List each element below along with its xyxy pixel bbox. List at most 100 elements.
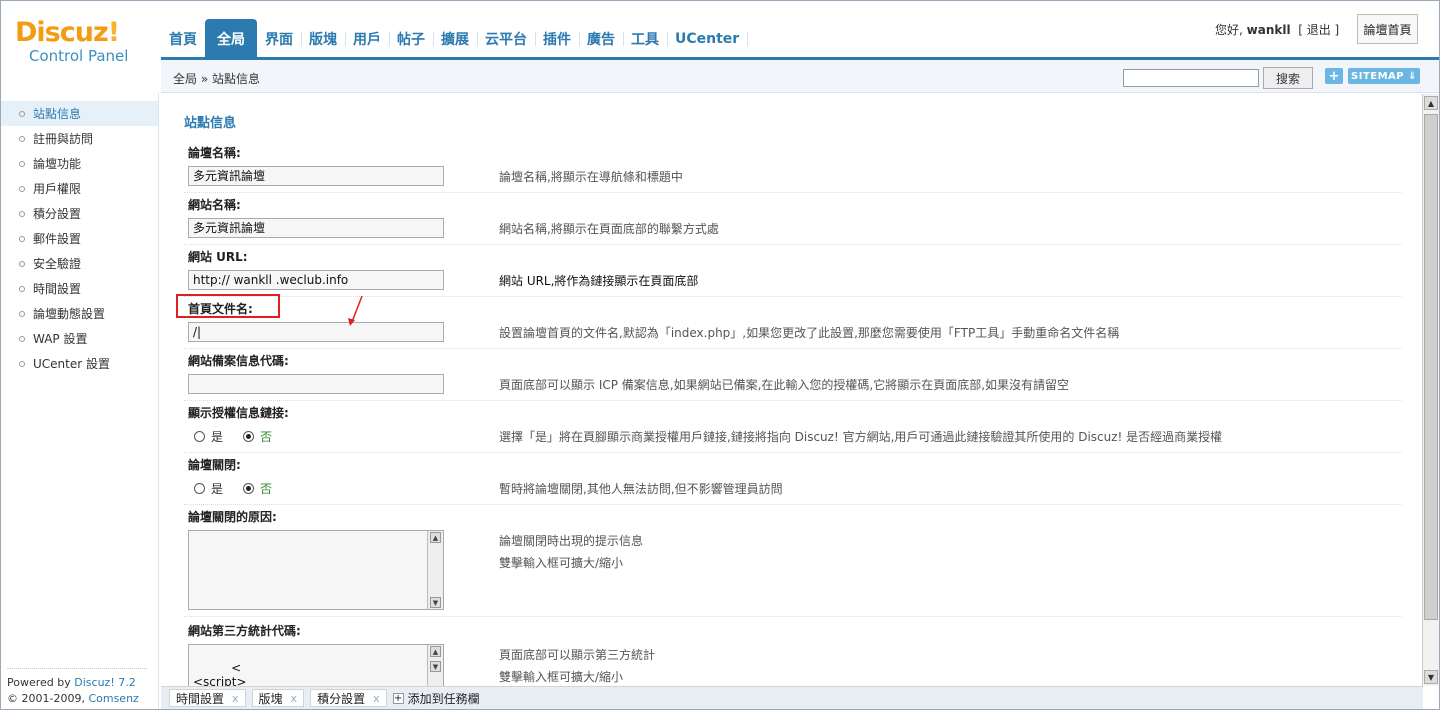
greeting: 您好,	[1215, 23, 1243, 37]
scroll-down-icon[interactable]: ▼	[1424, 670, 1438, 684]
task-item[interactable]: 版塊 x	[251, 689, 305, 707]
field-label: 論壇名稱:	[188, 146, 241, 160]
bullet-icon	[19, 135, 25, 142]
bullet-icon	[19, 310, 25, 317]
tab-global[interactable]: 全局	[205, 19, 257, 59]
field-hint: 頁面底部可以顯示第三方統計	[499, 648, 656, 662]
license-yes-radio[interactable]	[194, 431, 205, 442]
sidebar-item-features[interactable]: 論壇功能	[1, 151, 158, 176]
sitemap-button[interactable]: SITEMAP ⇓	[1348, 68, 1420, 84]
username: wankll	[1246, 23, 1291, 37]
bullet-icon	[19, 160, 25, 167]
scroll-up-icon[interactable]: ▲	[1424, 96, 1438, 110]
tab-interface[interactable]: 界面	[257, 19, 302, 59]
field-hint: 雙擊輸入框可擴大/縮小	[499, 556, 624, 570]
tab-tools[interactable]: 工具	[623, 19, 668, 59]
search-button[interactable]: 搜索	[1263, 67, 1313, 89]
sidebar-item-security[interactable]: 安全驗證	[1, 251, 158, 276]
window: Discuz! Control Panel 首頁 全局 界面 版塊 用戶 帖子 …	[0, 0, 1440, 710]
field-hint: 論壇關閉時出現的提示信息	[499, 534, 644, 548]
sidebar-item-feeds[interactable]: 論壇動態設置	[1, 301, 158, 326]
tab-posts[interactable]: 帖子	[389, 19, 434, 59]
close-icon[interactable]: x	[373, 692, 380, 705]
sidebar-item-time[interactable]: 時間設置	[1, 276, 158, 301]
main-nav: 首頁 全局 界面 版塊 用戶 帖子 擴展 云平台 插件 廣告 工具 UCente…	[161, 17, 749, 59]
close-icon[interactable]: x	[291, 692, 298, 705]
field-label: 顯示授權信息鏈接:	[188, 406, 289, 420]
closed-no-radio[interactable]	[243, 483, 255, 494]
scroll-up-icon[interactable]: ▲	[430, 646, 441, 657]
icp-input[interactable]	[188, 374, 444, 394]
indexname-input[interactable]: /|	[188, 322, 444, 342]
sidebar-item-ucenter[interactable]: UCenter 設置	[1, 351, 158, 376]
user-info: 您好, wankll [ 退出 ]	[1215, 21, 1339, 38]
tab-home[interactable]: 首頁	[161, 19, 206, 59]
search-input[interactable]	[1123, 69, 1259, 87]
sidebar-item-mail[interactable]: 郵件設置	[1, 226, 158, 251]
field-hint: 頁面底部可以顯示 ICP 備案信息,如果網站已備案,在此輸入您的授權碼,它將顯示…	[499, 378, 1070, 392]
task-item[interactable]: 時間設置 x	[169, 689, 246, 707]
field-hint: 網站名稱,將顯示在頁面底部的聯繫方式處	[499, 222, 719, 236]
field-hint: 選擇「是」將在頁腳顯示商業授權用戶鏈接,鏈接將指向 Discuz! 官方網站,用…	[499, 430, 1223, 444]
field-label: 網站 URL:	[188, 250, 248, 264]
bullet-icon	[19, 235, 25, 242]
tab-cloud[interactable]: 云平台	[477, 19, 536, 59]
tab-forums[interactable]: 版塊	[301, 19, 346, 59]
bullet-icon	[19, 210, 25, 217]
scroll-down-icon[interactable]: ▼	[430, 597, 441, 608]
closedreason-textarea[interactable]: ▲ ▼	[188, 530, 444, 610]
add-shortcut-icon[interactable]: +	[1325, 68, 1343, 84]
tab-extend[interactable]: 擴展	[433, 19, 478, 59]
logout-link[interactable]: [ 退出 ]	[1298, 23, 1339, 37]
tab-ads[interactable]: 廣告	[579, 19, 624, 59]
discuz-logo[interactable]: Discuz! Control Panel	[15, 17, 145, 66]
tab-plugins[interactable]: 插件	[535, 19, 580, 59]
sidebar-item-permissions[interactable]: 用戶權限	[1, 176, 158, 201]
sidebar-item-site-info[interactable]: 站點信息	[1, 101, 158, 126]
license-no-radio[interactable]	[243, 431, 255, 442]
header: Discuz! Control Panel 首頁 全局 界面 版塊 用戶 帖子 …	[1, 1, 1439, 65]
field-hint: 暫時將論壇關閉,其他人無法訪問,但不影響管理員訪問	[499, 482, 783, 496]
statcode-textarea[interactable]: < <script> if (discuz_uid == 0) { ▲ ▼	[188, 644, 444, 686]
scroll-thumb[interactable]	[1424, 114, 1438, 620]
bullet-icon	[19, 260, 25, 267]
textarea-scrollbar[interactable]: ▲ ▼	[427, 645, 443, 686]
page-title: 站點信息	[184, 116, 237, 131]
forum-home-button[interactable]: 論壇首頁	[1357, 14, 1418, 44]
license-radio-group: 是 否	[194, 428, 292, 445]
task-item[interactable]: 積分設置 x	[310, 689, 387, 707]
page-scrollbar[interactable]: ▲ ▼	[1422, 94, 1439, 686]
siteurl-input[interactable]: http:// wankll .weclub.info	[188, 270, 444, 290]
textarea-scrollbar[interactable]: ▲ ▼	[427, 531, 443, 609]
field-label: 論壇關閉的原因:	[188, 510, 277, 524]
field-label: 論壇關閉:	[188, 458, 241, 472]
logo-brand: Discuz!	[15, 17, 120, 48]
main-content: 站點信息 論壇名稱: 多元資訊論壇 論壇名稱,將顯示在導航條和標題中 網站名稱:…	[162, 94, 1422, 686]
bullet-icon	[19, 185, 25, 192]
plus-icon: +	[392, 692, 404, 704]
discuz-link[interactable]: Discuz! 7.2	[74, 676, 135, 689]
scroll-down-icon[interactable]: ▼	[430, 661, 441, 672]
tab-ucenter[interactable]: UCenter	[667, 19, 749, 59]
field-label: 網站名稱:	[188, 198, 241, 212]
add-to-taskbar-button[interactable]: + 添加到任務欄	[392, 690, 480, 707]
sitename-input[interactable]: 多元資訊論壇	[188, 218, 444, 238]
breadcrumb: 全局 » 站點信息	[173, 72, 260, 86]
bbname-input[interactable]: 多元資訊論壇	[188, 166, 444, 186]
powered-by: Powered by Discuz! 7.2 © 2001-2009, Coms…	[7, 668, 147, 709]
sidebar-item-credits[interactable]: 積分設置	[1, 201, 158, 226]
close-icon[interactable]: x	[232, 692, 239, 705]
highlight-annotation	[176, 294, 280, 318]
tab-users[interactable]: 用戶	[345, 19, 390, 59]
field-label: 網站備案信息代碼:	[188, 354, 289, 368]
scroll-up-icon[interactable]: ▲	[430, 532, 441, 543]
sub-header: 全局 » 站點信息 搜索 + SITEMAP ⇓	[161, 60, 1439, 93]
bullet-icon	[19, 360, 25, 367]
sidebar-item-register[interactable]: 註冊與訪問	[1, 126, 158, 151]
closed-yes-radio[interactable]	[194, 483, 205, 494]
field-hint: 網站 URL,將作為鏈接顯示在頁面底部	[499, 274, 699, 288]
field-label: 網站第三方統計代碼:	[188, 624, 301, 638]
sidebar-item-wap[interactable]: WAP 設置	[1, 326, 158, 351]
field-hint: 設置論壇首頁的文件名,默認為「index.php」,如果您更改了此設置,那麼您需…	[499, 326, 1120, 340]
sidebar: 站點信息 註冊與訪問 論壇功能 用戶權限 積分設置 郵件設置 安全驗證 時間設置…	[1, 93, 159, 709]
